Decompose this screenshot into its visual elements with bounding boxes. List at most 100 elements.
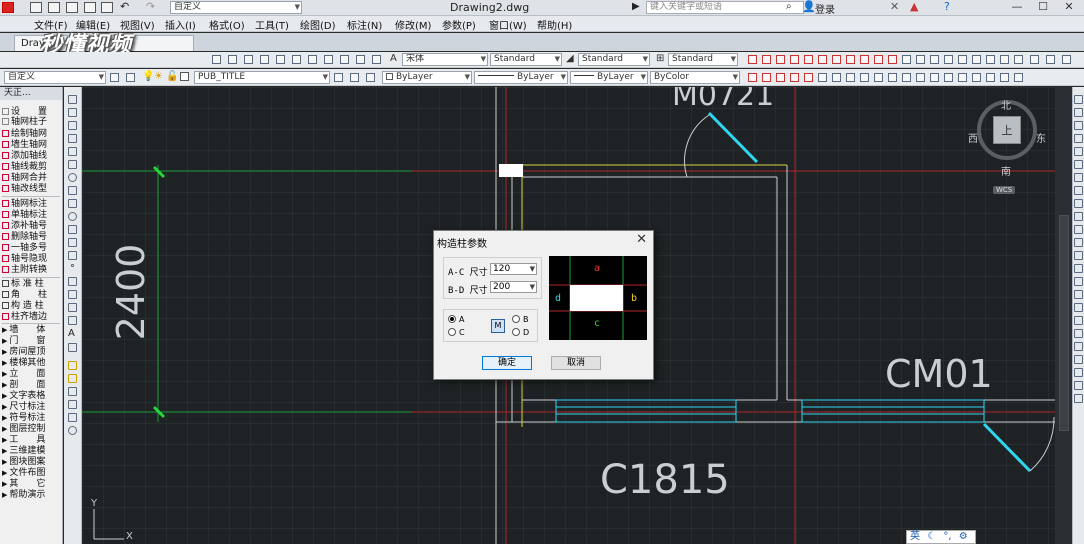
menu-help[interactable]: 帮助(H): [537, 17, 572, 32]
tool-19-icon[interactable]: [1000, 73, 1009, 82]
binoculars-icon[interactable]: ⌕: [786, 1, 792, 12]
ellipse-icon[interactable]: [68, 212, 77, 221]
sheet-set-icon[interactable]: [324, 55, 333, 64]
save-icon[interactable]: [66, 2, 78, 13]
layer-state-icon[interactable]: [366, 73, 375, 82]
palette-item-blocks-patterns[interactable]: ▶ 图块图案: [2, 457, 62, 467]
modify-1-icon[interactable]: [68, 361, 77, 370]
palette-item-grid-dim[interactable]: 轴网标注: [2, 199, 62, 209]
tool-2-icon[interactable]: [762, 73, 771, 82]
dim-update-icon[interactable]: [1014, 55, 1023, 64]
palette-item-number-visibility[interactable]: 轴号隐现: [2, 254, 62, 264]
plot-icon[interactable]: [101, 2, 113, 13]
viewcube-south[interactable]: 南: [1001, 163, 1011, 178]
palette-item-standard-column[interactable]: 标 准 柱: [2, 279, 62, 289]
polyline-icon[interactable]: [68, 121, 77, 130]
tool-3-icon[interactable]: [776, 73, 785, 82]
dim-diameter-icon[interactable]: [832, 55, 841, 64]
palette-item-axis-linetype[interactable]: 轴改线型: [2, 184, 62, 194]
ellipse-arc-icon[interactable]: [68, 225, 77, 234]
table-icon[interactable]: [68, 316, 77, 325]
dim-angular-icon[interactable]: [846, 55, 855, 64]
osnap-icon[interactable]: [1074, 316, 1083, 325]
dim-continue-icon[interactable]: [888, 55, 897, 64]
palette-item-tools[interactable]: ▶ 工 具: [2, 435, 62, 445]
linetype-select[interactable]: ByLayer ▼: [474, 71, 568, 84]
plotstyle-select[interactable]: ByColor ▼: [650, 71, 740, 84]
construction-line-icon[interactable]: [68, 108, 77, 117]
autodesk-a360-icon[interactable]: ▲: [910, 0, 918, 13]
workspace-settings-icon[interactable]: [110, 73, 119, 82]
properties-icon[interactable]: [276, 55, 285, 64]
search-input[interactable]: 键入关键字或短语: [646, 1, 804, 14]
dim-radius-icon[interactable]: [804, 55, 813, 64]
tool-12-icon[interactable]: [902, 73, 911, 82]
join-icon[interactable]: [1074, 251, 1083, 260]
navigation-bar-panel[interactable]: [1059, 215, 1069, 431]
open-file-icon[interactable]: [48, 2, 60, 13]
tool-9-icon[interactable]: [860, 73, 869, 82]
jogged-linear-icon[interactable]: [972, 55, 981, 64]
lineweight-toggle-icon[interactable]: [1074, 381, 1083, 390]
palette-item-trim-axis[interactable]: 轴线裁剪: [2, 162, 62, 172]
menu-insert[interactable]: 插入(I): [165, 17, 196, 32]
tool-13-icon[interactable]: [916, 73, 925, 82]
hatch-icon[interactable]: [68, 277, 77, 286]
ime-settings-icon[interactable]: ⚙: [959, 531, 968, 542]
zoom-realtime-icon[interactable]: [228, 55, 237, 64]
palette-item-help[interactable]: ▶ 帮助演示: [2, 490, 62, 500]
redo-icon[interactable]: ↷: [146, 0, 155, 13]
layer-previous-icon[interactable]: [350, 73, 359, 82]
radio-c[interactable]: [448, 328, 456, 336]
stretch-icon[interactable]: [1062, 55, 1071, 64]
menu-tools[interactable]: 工具(T): [255, 17, 289, 32]
login-button[interactable]: 登录: [815, 1, 835, 16]
palette-item-align-column[interactable]: 柱齐墙边: [2, 312, 62, 322]
palette-item-3d-model[interactable]: ▶ 三维建模: [2, 446, 62, 456]
copy-object-icon[interactable]: [1074, 108, 1083, 117]
palette-item-construct-column[interactable]: 构 造 柱: [2, 301, 62, 311]
markup-icon[interactable]: [340, 55, 349, 64]
palette-item-layer-control[interactable]: ▶ 图层控制: [2, 424, 62, 434]
menu-window[interactable]: 窗口(W): [489, 17, 527, 32]
make-block-icon[interactable]: [68, 251, 77, 260]
radio-d[interactable]: [512, 328, 520, 336]
palette-item-section[interactable]: ▶ 剖 面: [2, 380, 62, 390]
design-center-icon[interactable]: [292, 55, 301, 64]
revision-cloud-icon[interactable]: [68, 186, 77, 195]
app-logo-icon[interactable]: [2, 2, 14, 13]
palette-item-add-axis[interactable]: 添加轴线: [2, 151, 62, 161]
tool-palettes-icon[interactable]: [308, 55, 317, 64]
maximize-button[interactable]: ☐: [1030, 0, 1056, 15]
table-style-select[interactable]: Standard ▼: [668, 53, 738, 66]
tool-10-icon[interactable]: [874, 73, 883, 82]
palette-item-file-layout[interactable]: ▶ 文件布图: [2, 468, 62, 478]
palette-item-grid-columns[interactable]: 轴网柱子: [2, 117, 62, 127]
palette-item-add-axis-number[interactable]: 添补轴号: [2, 221, 62, 231]
ortho-icon[interactable]: [1074, 303, 1083, 312]
workspace-switch[interactable]: 自定义 ▼: [170, 1, 302, 14]
multiline-text-icon[interactable]: A: [68, 328, 75, 339]
lineweight-select[interactable]: ByLayer ▼: [570, 71, 648, 84]
dim-ordinate-icon[interactable]: [790, 55, 799, 64]
menu-modify[interactable]: 修改(M): [395, 17, 431, 32]
break-icon[interactable]: [1074, 238, 1083, 247]
viewcube-face-top[interactable]: 上: [993, 116, 1021, 144]
line-icon[interactable]: [68, 95, 77, 104]
dynamic-input-icon[interactable]: [1074, 394, 1083, 403]
grid-toggle-icon[interactable]: [1074, 355, 1083, 364]
tool-1-icon[interactable]: [748, 73, 757, 82]
exchange-icon[interactable]: ✕: [890, 0, 899, 13]
dim-arc-icon[interactable]: [776, 55, 785, 64]
palette-item-doors-windows[interactable]: ▶ 门 窗: [2, 336, 62, 346]
zoom-window-icon[interactable]: [244, 55, 253, 64]
palette-item-symbols[interactable]: ▶ 符号标注: [2, 413, 62, 423]
menu-format[interactable]: 格式(O): [209, 17, 245, 32]
help-toolbar-icon[interactable]: [372, 55, 381, 64]
palette-item-delete-axis-number[interactable]: 删除轴号: [2, 232, 62, 242]
palette-item-settings[interactable]: 设 置: [2, 107, 62, 117]
quick-dim-icon[interactable]: [860, 55, 869, 64]
modify-5-icon[interactable]: [68, 413, 77, 422]
close-window-button[interactable]: ✕: [1056, 0, 1082, 15]
modify-6-icon[interactable]: [68, 426, 77, 435]
